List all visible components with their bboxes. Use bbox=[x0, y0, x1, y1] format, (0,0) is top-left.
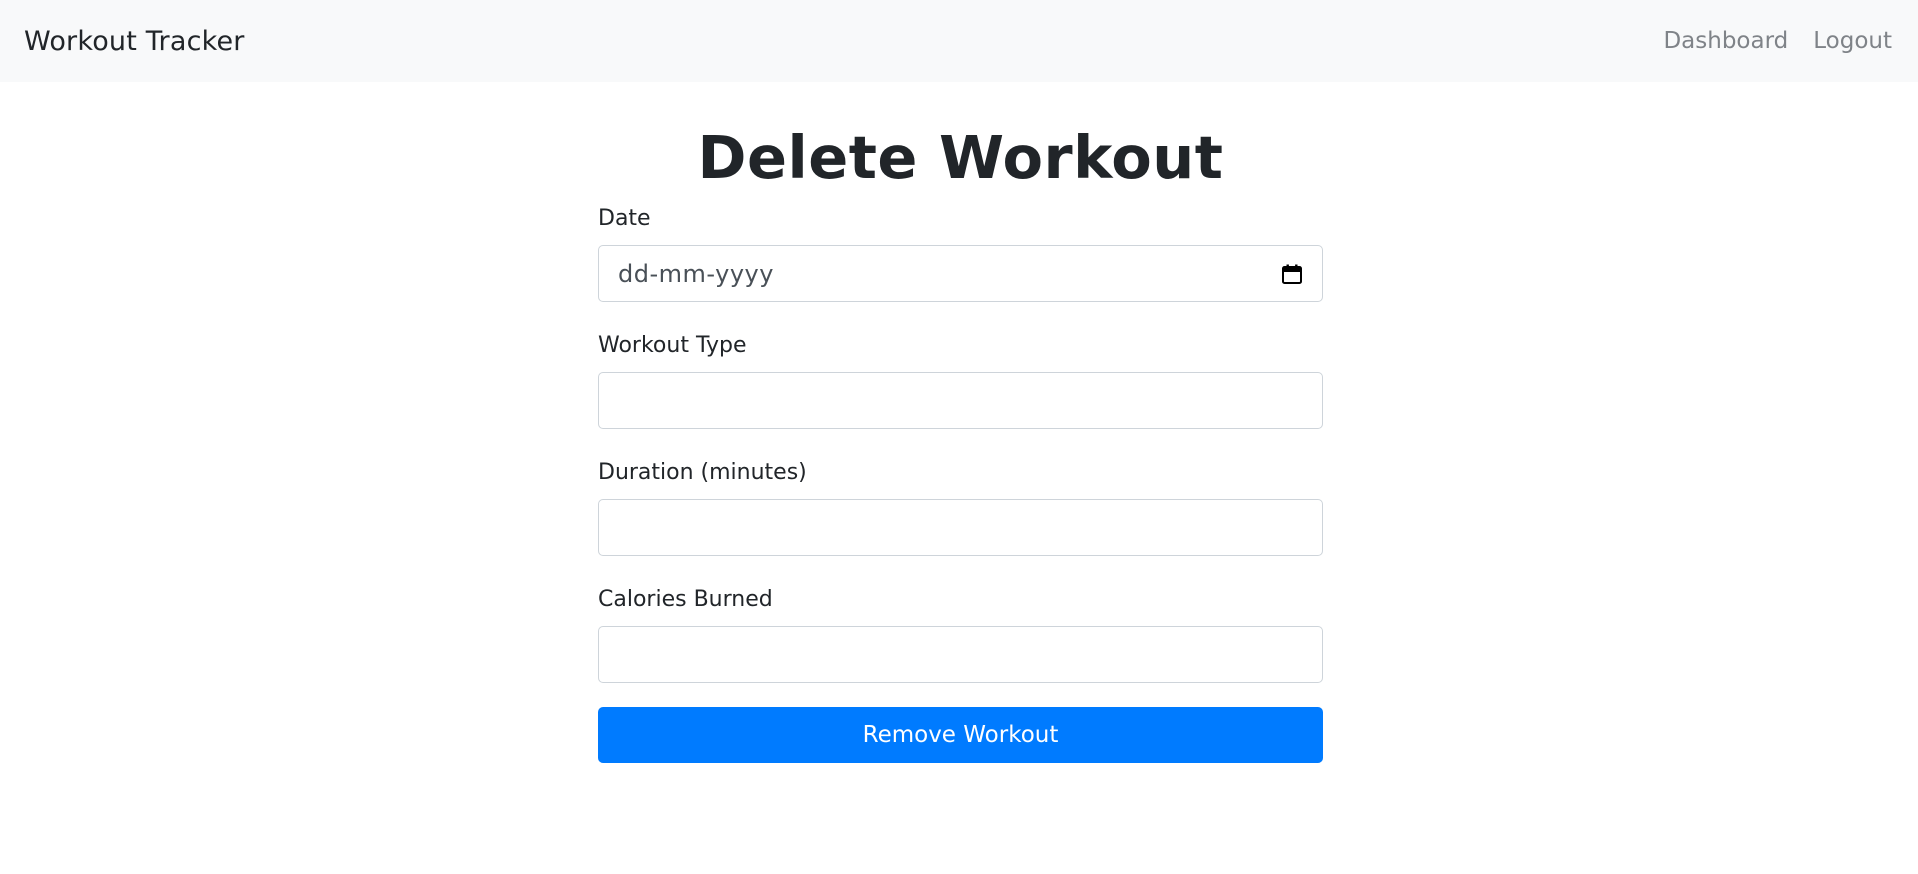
duration-input[interactable] bbox=[598, 499, 1323, 556]
delete-workout-form: Date dd-mm-yyyy Workout Type Duration (m… bbox=[598, 208, 1323, 763]
brand-link[interactable]: Workout Tracker bbox=[24, 26, 245, 57]
workout-type-label: Workout Type bbox=[598, 333, 747, 358]
calendar-icon[interactable] bbox=[1280, 262, 1304, 286]
workout-type-input[interactable] bbox=[598, 372, 1323, 429]
navbar: Workout Tracker Dashboard Logout bbox=[0, 0, 1918, 82]
duration-group: Duration (minutes) bbox=[598, 462, 1323, 556]
date-group: Date dd-mm-yyyy bbox=[598, 208, 1323, 302]
workout-type-group: Workout Type bbox=[598, 335, 1323, 429]
date-label: Date bbox=[598, 206, 651, 231]
date-input[interactable]: dd-mm-yyyy bbox=[598, 245, 1323, 302]
calories-label: Calories Burned bbox=[598, 587, 773, 612]
date-placeholder: dd-mm-yyyy bbox=[618, 259, 774, 288]
nav-links: Dashboard Logout bbox=[1663, 28, 1892, 54]
page-title: Delete Workout bbox=[697, 123, 1224, 192]
nav-link-dashboard[interactable]: Dashboard bbox=[1663, 28, 1788, 54]
duration-label: Duration (minutes) bbox=[598, 460, 807, 485]
calories-input[interactable] bbox=[598, 626, 1323, 683]
nav-link-logout[interactable]: Logout bbox=[1813, 28, 1892, 54]
calories-group: Calories Burned bbox=[598, 589, 1323, 683]
remove-workout-button[interactable]: Remove Workout bbox=[598, 707, 1323, 763]
main-content: Delete Workout Date dd-mm-yyyy Workout T… bbox=[598, 82, 1323, 763]
